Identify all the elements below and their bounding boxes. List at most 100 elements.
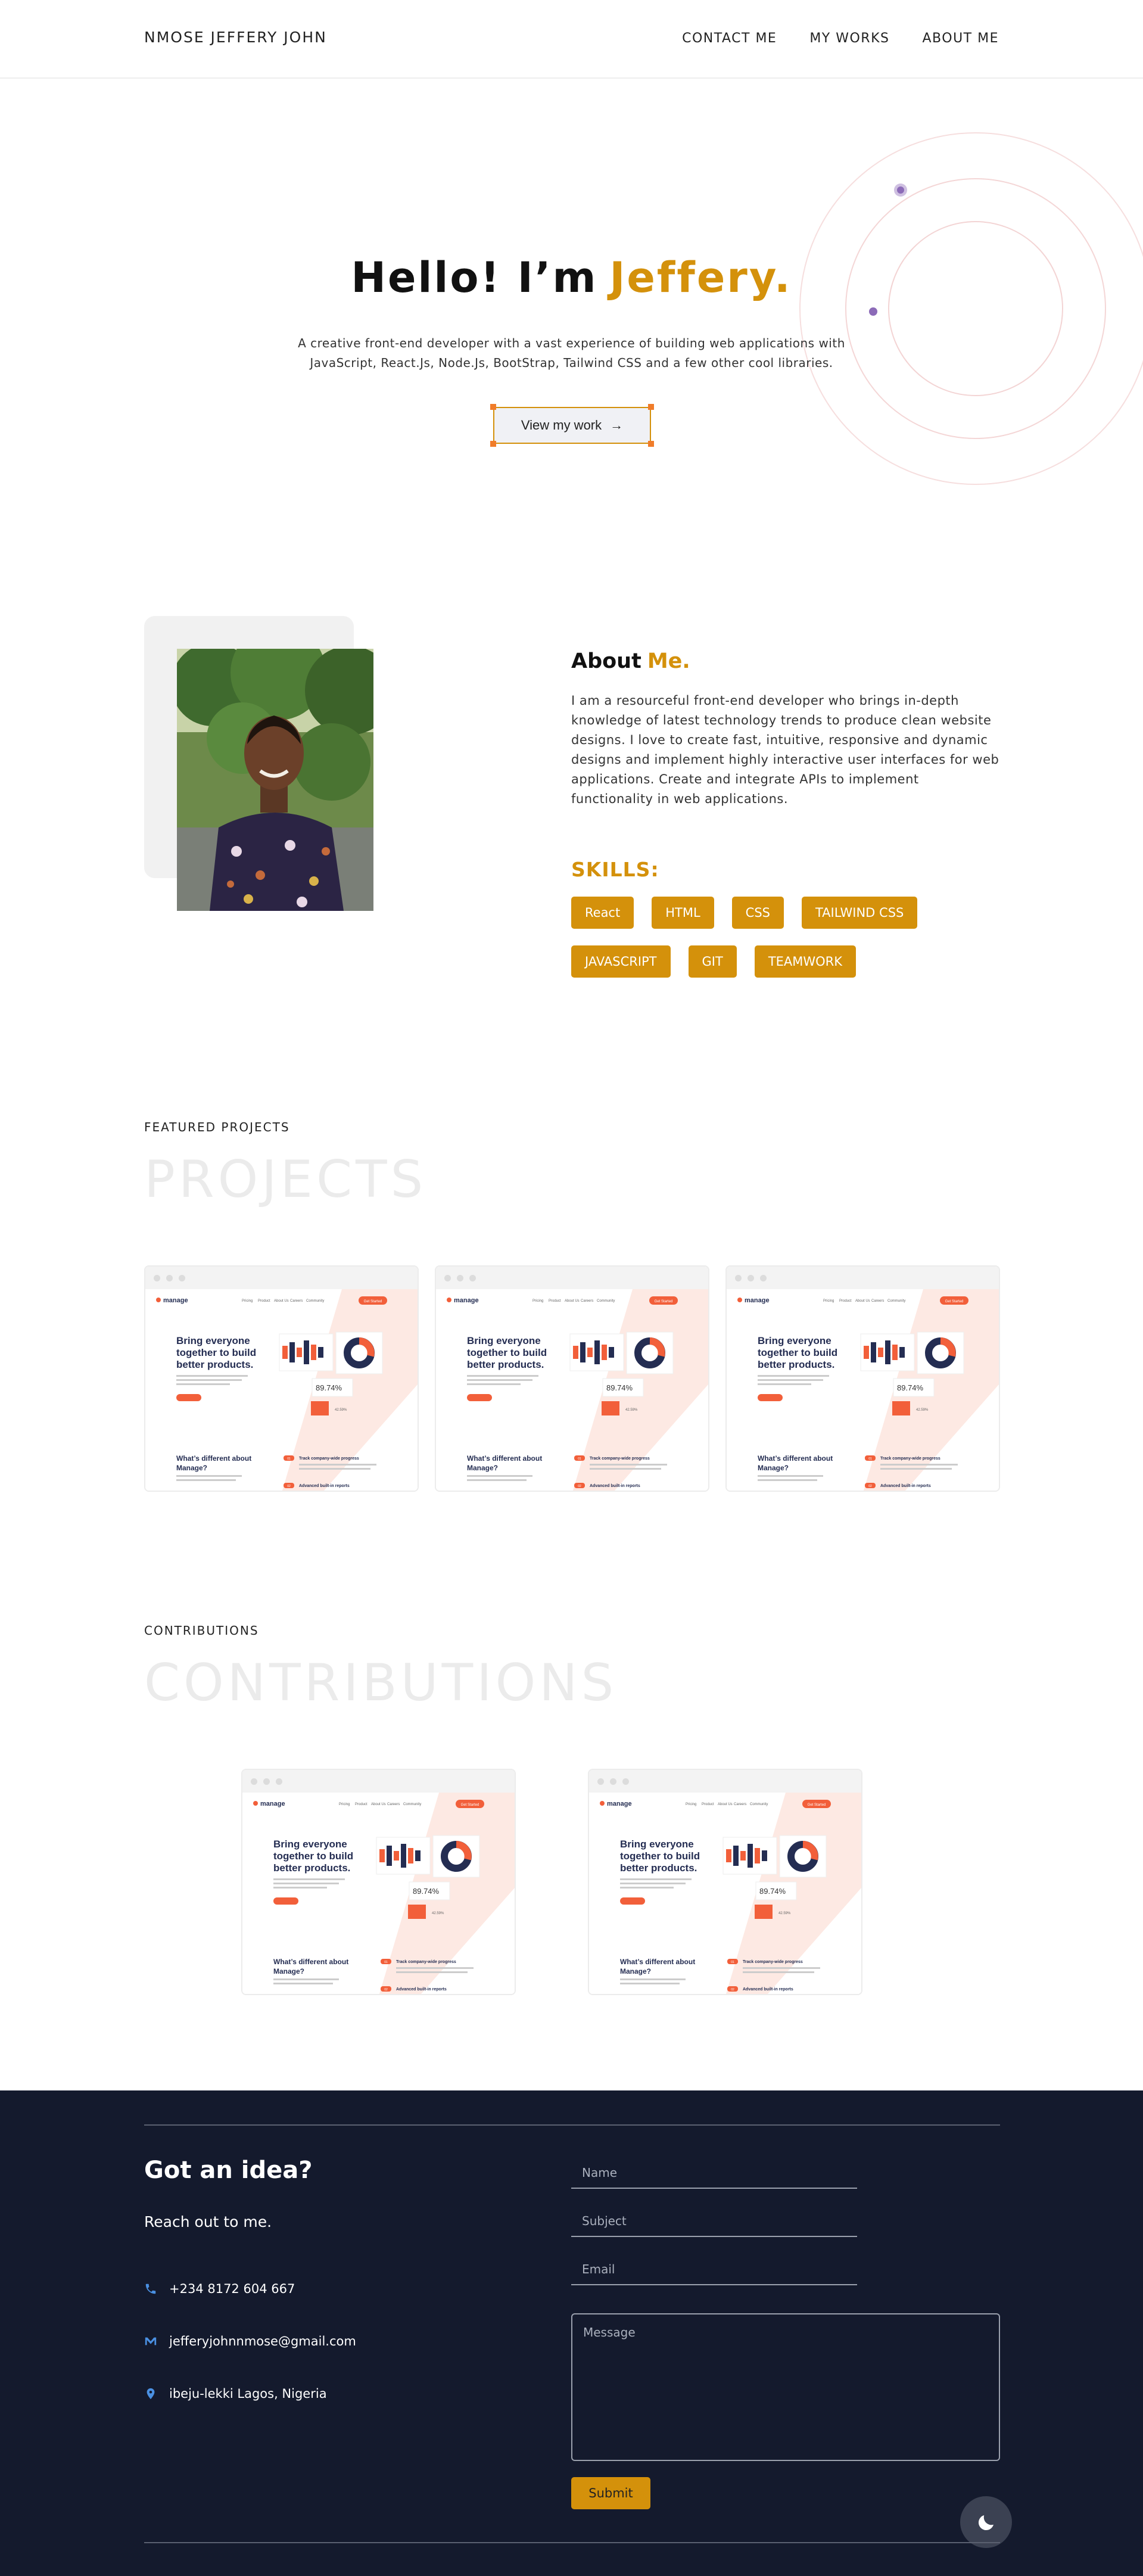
- preview-nav-item: Community: [887, 1299, 905, 1303]
- phone-row[interactable]: +234 8172 604 667: [144, 2282, 295, 2296]
- window-dot: [154, 1274, 160, 1281]
- preview-stat: 89.74%: [413, 1887, 440, 1896]
- skill-badge: JAVASCRIPT: [571, 945, 671, 978]
- contact-heading: Got an idea?: [144, 2157, 313, 2184]
- window-dot: [597, 1778, 604, 1785]
- preview-headline: better products.: [273, 1862, 350, 1874]
- preview-nav-item: Careers: [581, 1299, 593, 1303]
- window-dot: [735, 1274, 742, 1281]
- preview-section-title: Manage?: [467, 1464, 498, 1472]
- nav-contact-me[interactable]: CONTACT ME: [682, 31, 777, 46]
- theme-toggle-button[interactable]: [960, 2496, 1012, 2548]
- preview-section-title: What’s different about: [758, 1454, 833, 1463]
- preview-feature: Advanced built-in reports: [743, 1987, 793, 1992]
- preview-cta: Get Started: [461, 1803, 479, 1807]
- preview-headline: together to build: [758, 1347, 837, 1358]
- window-dot: [610, 1778, 616, 1785]
- profile-photo: [177, 649, 373, 911]
- window-bar: [589, 1770, 861, 1793]
- view-my-work-button[interactable]: View my work →: [493, 407, 651, 444]
- preview-stat-small: 42.59%: [916, 1408, 929, 1412]
- preview-headline: better products.: [467, 1359, 544, 1370]
- project-preview-image: manage Pricing Product About Us Careers Comm…: [436, 1289, 708, 1491]
- about-title-main: About: [571, 649, 641, 673]
- preview-feature: Track company-wide progress: [880, 1457, 940, 1461]
- preview-feature: Track company-wide progress: [299, 1457, 359, 1461]
- phone-icon: [145, 2283, 156, 2294]
- contribution-card[interactable]: manage Pricing Product About Us Careers Comm…: [588, 1769, 862, 1995]
- project-card[interactable]: manage Pricing Product About Us Careers Comm…: [725, 1265, 1000, 1492]
- name-field[interactable]: [571, 2158, 857, 2189]
- message-field[interactable]: [571, 2313, 1000, 2461]
- preview-nav-item: Community: [597, 1299, 615, 1303]
- location-text: ibeju-lekki Lagos, Nigeria: [169, 2387, 327, 2401]
- window-bar: [145, 1267, 418, 1289]
- preview-logo: manage: [454, 1297, 479, 1304]
- mail-icon: [145, 2337, 157, 2345]
- about-title-accent: Me.: [647, 649, 690, 673]
- preview-headline: Bring everyone: [273, 1838, 347, 1850]
- preview-feature: Track company-wide progress: [743, 1960, 803, 1964]
- submit-button[interactable]: Submit: [571, 2477, 650, 2509]
- skill-badge: GIT: [688, 945, 737, 978]
- contributions-big-title: CONTRIBUTIONS: [144, 1653, 618, 1713]
- preview-headline: better products.: [758, 1359, 834, 1370]
- preview-headline: together to build: [467, 1347, 547, 1358]
- phone-number: +234 8172 604 667: [169, 2282, 295, 2296]
- nav-my-works[interactable]: MY WORKS: [809, 31, 889, 46]
- window-dot: [251, 1778, 257, 1785]
- preview-headline: Bring everyone: [620, 1838, 694, 1850]
- preview-feature: Advanced built-in reports: [299, 1484, 350, 1488]
- preview-nav-item: About Us: [565, 1299, 580, 1303]
- email-row[interactable]: jefferyjohnnmose@gmail.com: [144, 2334, 356, 2348]
- preview-feature-number: 01: [731, 1961, 734, 1964]
- selection-handle: [490, 404, 496, 410]
- preview-nav-item: Product: [258, 1299, 270, 1303]
- preview-stat: 89.74%: [316, 1383, 342, 1392]
- preview-section-title: What’s different about: [467, 1454, 542, 1463]
- subject-field[interactable]: [571, 2206, 857, 2237]
- email-address: jefferyjohnnmose@gmail.com: [169, 2334, 356, 2348]
- project-card[interactable]: manage Pricing Product About Us Careers Comm…: [435, 1265, 709, 1492]
- window-dot: [622, 1778, 629, 1785]
- contribution-card[interactable]: manage Pricing Product About Us Careers Comm…: [241, 1769, 516, 1995]
- about-description: I am a resourceful front-end developer w…: [571, 693, 999, 806]
- nav-links: CONTACT ME MY WORKS ABOUT ME: [682, 31, 999, 46]
- window-dot: [457, 1274, 463, 1281]
- skill-badge: TAILWIND CSS: [801, 897, 918, 929]
- preview-cta: Get Started: [945, 1300, 964, 1303]
- preview-headline: together to build: [620, 1850, 700, 1862]
- footer-divider: [144, 2124, 1000, 2126]
- preview-logo: manage: [260, 1800, 285, 1807]
- projects-big-title: PROJECTS: [144, 1150, 427, 1209]
- hero-title: Hello! I’m Jeffery.: [0, 253, 1143, 302]
- preview-nav-item: Community: [306, 1299, 324, 1303]
- brand-name[interactable]: NMOSE JEFFERY JOHN: [144, 29, 327, 46]
- preview-nav-item: Community: [750, 1803, 768, 1806]
- preview-feature: Advanced built-in reports: [396, 1987, 447, 1992]
- email-field[interactable]: [571, 2254, 857, 2285]
- window-dot: [469, 1274, 476, 1281]
- preview-feature: Advanced built-in reports: [880, 1484, 931, 1488]
- preview-headline: better products.: [620, 1862, 697, 1874]
- window-dot: [748, 1274, 754, 1281]
- project-card[interactable]: manage Pricing Product About Us Careers Comm…: [144, 1265, 419, 1492]
- view-my-work-label: View my work: [521, 418, 602, 433]
- preview-headline: Bring everyone: [758, 1335, 831, 1346]
- arrow-right-icon: →: [610, 418, 624, 433]
- preview-headline: together to build: [273, 1850, 353, 1862]
- preview-feature-number: 01: [868, 1457, 872, 1461]
- preview-feature-number: 02: [287, 1485, 291, 1488]
- project-preview-image: manage Pricing Product About Us Careers Comm…: [589, 1793, 861, 1994]
- preview-nav-item: Pricing: [339, 1803, 350, 1806]
- nav-about-me[interactable]: ABOUT ME: [923, 31, 999, 46]
- window-dot: [179, 1274, 185, 1281]
- preview-nav-item: About Us: [371, 1803, 386, 1806]
- top-nav: NMOSE JEFFERY JOHN CONTACT ME MY WORKS A…: [0, 0, 1143, 79]
- preview-feature-number: 02: [578, 1485, 581, 1488]
- window-dot: [444, 1274, 451, 1281]
- preview-section-title: Manage?: [176, 1464, 207, 1472]
- skill-badge: TEAMWORK: [754, 945, 857, 978]
- preview-section-title: What’s different about: [273, 1958, 348, 1966]
- window-dot: [263, 1778, 270, 1785]
